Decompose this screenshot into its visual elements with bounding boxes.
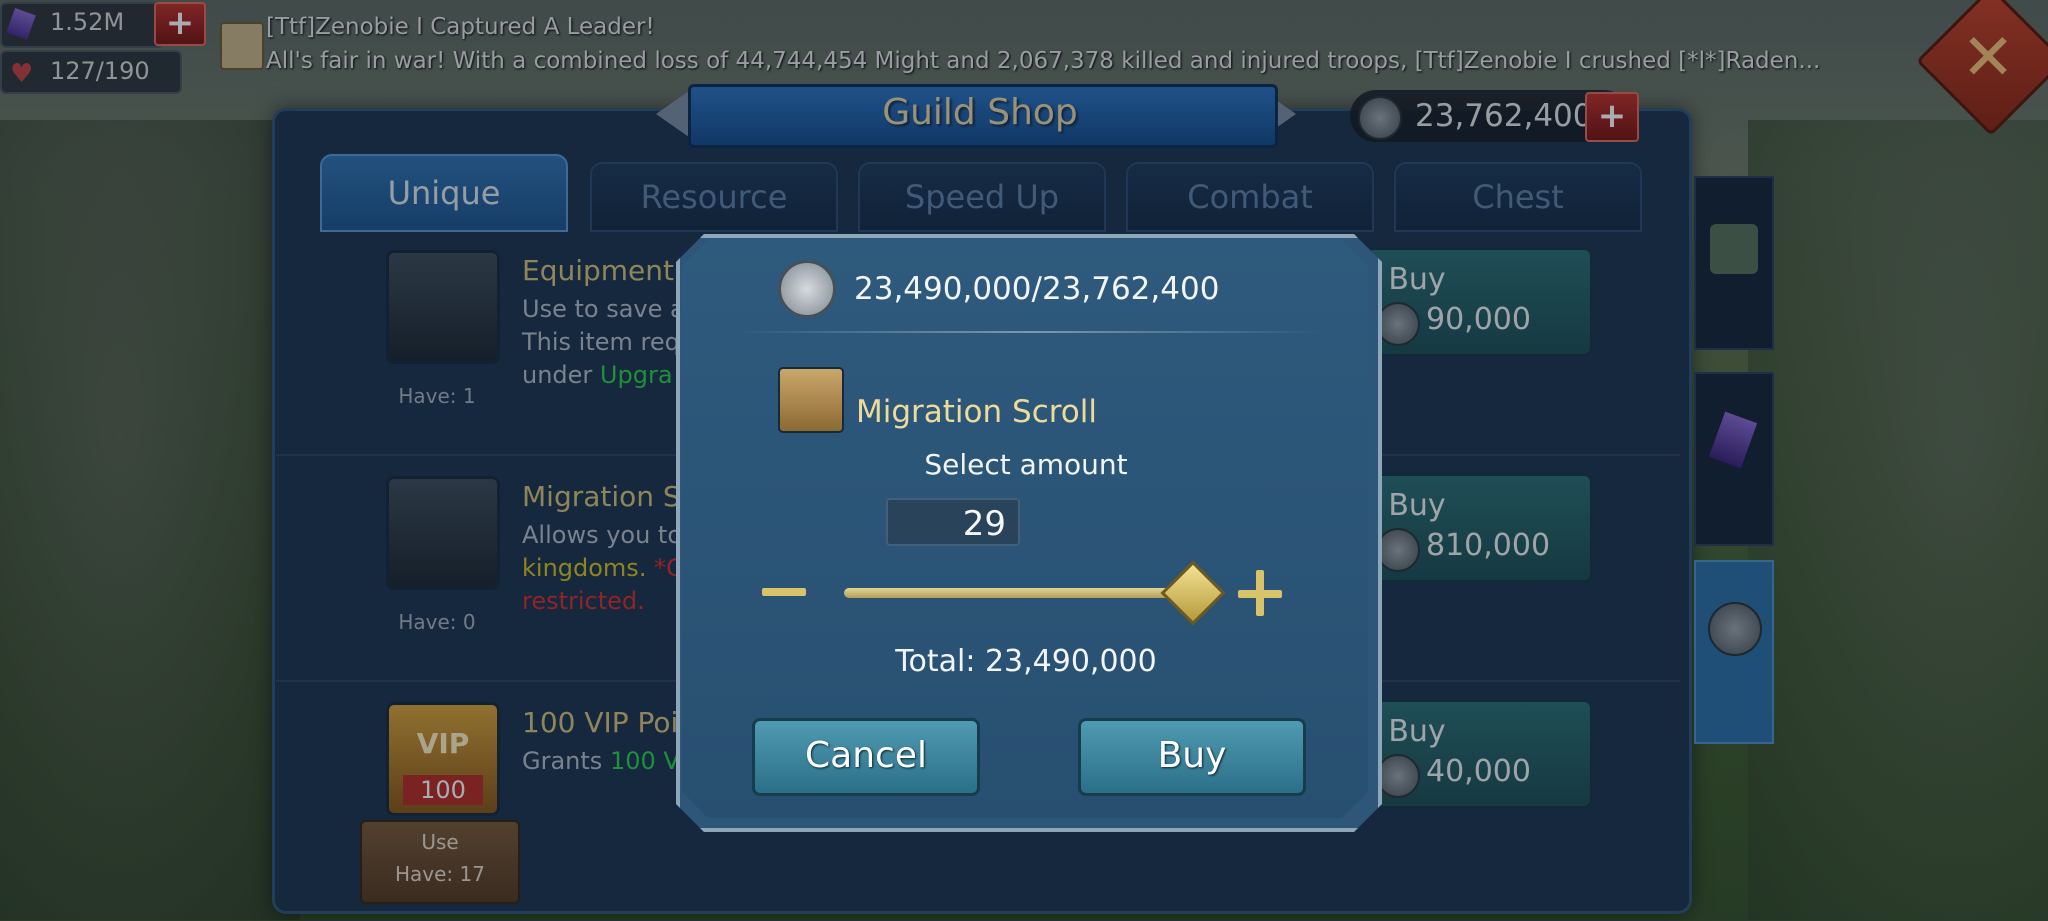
- cancel-button[interactable]: Cancel: [752, 718, 980, 796]
- amount-input[interactable]: 29: [886, 498, 1020, 546]
- dialog-item-name: Migration Scroll: [856, 394, 1097, 430]
- total-cost: Total: 23,490,000: [895, 644, 1157, 679]
- amount-slider[interactable]: [844, 588, 1184, 598]
- divider: [738, 331, 1322, 333]
- select-amount-label: Select amount: [924, 448, 1128, 481]
- confirm-buy-button[interactable]: Buy: [1078, 718, 1306, 796]
- guild-coin-icon: [778, 260, 836, 318]
- migration-scroll-icon: [778, 367, 844, 433]
- coin-balance: 23,490,000/23,762,400: [854, 271, 1220, 307]
- increase-button-bar[interactable]: [1238, 590, 1282, 598]
- decrease-button[interactable]: [762, 588, 806, 596]
